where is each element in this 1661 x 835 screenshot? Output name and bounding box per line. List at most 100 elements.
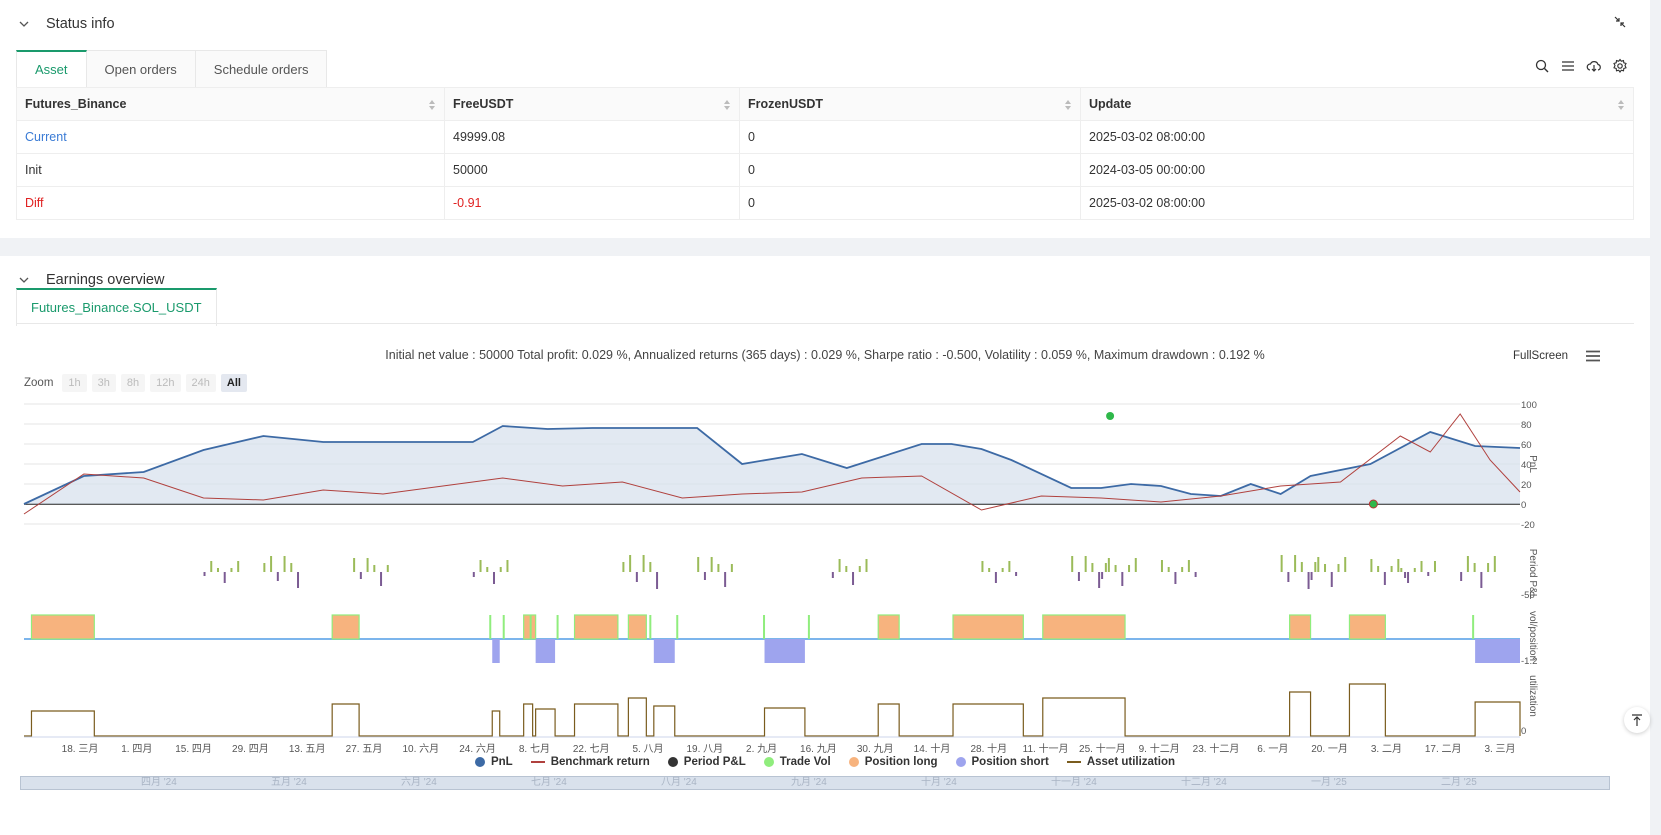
sort-icon[interactable]: [1064, 99, 1072, 111]
period-pnl-bar: [1187, 560, 1190, 572]
x-tick-label: 8. 七月: [519, 743, 550, 755]
navigator-label: 七月 '24: [531, 777, 567, 788]
period-pnl-bar: [230, 568, 233, 572]
zoom-controls: Zoom 1h 3h 8h 12h 24h All: [24, 374, 247, 392]
table-row: Init 50000 0 2024-03-05 00:00:00: [16, 153, 1634, 187]
period-pnl-bar: [831, 572, 834, 578]
period-pnl-bar: [1314, 562, 1317, 572]
legend-trade-vol[interactable]: Trade Vol: [763, 756, 831, 768]
trade-vol-bar: [807, 615, 810, 639]
period-pnl-bar: [203, 572, 206, 576]
collapse-arrows-icon[interactable]: [1614, 16, 1626, 28]
period-pnl-bar: [1433, 561, 1436, 572]
earnings-header[interactable]: Earnings overview: [16, 270, 164, 290]
period-pnl-bar: [386, 565, 389, 572]
period-pnl-bar: [1071, 556, 1074, 572]
earnings-chart[interactable]: 100806040200-20PnLPeriod P&Lvol/position…: [0, 396, 1650, 756]
navigator-label: 二月 '25: [1441, 777, 1477, 788]
period-pnl-bar: [359, 572, 362, 579]
legend-dot: [848, 757, 859, 767]
x-tick-label: 29. 四月: [232, 743, 269, 755]
x-tick-label: 3. 二月: [1371, 743, 1402, 755]
legend-line: [530, 761, 545, 763]
tab-futures-binance-sol-usdt[interactable]: Futures_Binance.SOL_USDT: [16, 288, 217, 326]
sort-icon[interactable]: [723, 99, 731, 111]
panel-title: Status info: [46, 16, 115, 32]
legend-pnl[interactable]: PnL: [474, 756, 513, 768]
fullscreen-button[interactable]: FullScreen: [1513, 350, 1568, 362]
pane-title: vol/position: [1527, 611, 1538, 661]
period-pnl-bar: [1324, 564, 1327, 572]
chart-legend: PnL Benchmark return Period P&L Trade Vo…: [0, 756, 1650, 768]
chart-navigator[interactable]: 四月 '24 五月 '24 六月 '24 七月 '24 八月 '24 九月 '24 十月 '…: [20, 776, 1610, 790]
y-tick-label: 60: [1521, 440, 1532, 451]
x-tick-label: 23. 十二月: [1193, 742, 1240, 755]
sort-icon[interactable]: [1617, 99, 1625, 111]
period-pnl-bar: [353, 558, 356, 572]
legend-benchmark-return[interactable]: Benchmark return: [530, 756, 650, 768]
status-info-panel: Status info Asset Open orders Schedule o…: [0, 0, 1650, 238]
zoom-all-button[interactable]: All: [220, 374, 247, 392]
chevron-down-icon[interactable]: [16, 272, 32, 288]
position-long-block: [573, 614, 619, 640]
position-long-block: [1348, 614, 1386, 640]
period-pnl-bar: [1317, 557, 1320, 572]
min-marker: [1368, 499, 1378, 509]
legend-position-short[interactable]: Position short: [955, 756, 1049, 768]
position-long-block: [952, 614, 1024, 640]
zoom-1h-button[interactable]: 1h: [62, 374, 87, 392]
x-tick-label: 20. 一月: [1311, 743, 1348, 755]
x-tick-label: 11. 十一月: [1023, 742, 1069, 755]
period-pnl-bar: [1310, 572, 1313, 580]
row-label-current[interactable]: Current: [16, 120, 445, 154]
legend-dot: [763, 757, 774, 767]
search-icon[interactable]: [1534, 58, 1550, 74]
period-pnl-bar: [1480, 572, 1483, 588]
x-tick-label: 16. 九月: [800, 743, 837, 755]
period-pnl-bar: [1008, 561, 1011, 572]
period-pnl-bar: [717, 564, 720, 572]
tab-open-orders[interactable]: Open orders: [86, 50, 196, 88]
panel-title: Earnings overview: [46, 272, 165, 288]
chevron-down-icon[interactable]: [16, 16, 32, 32]
row-label-diff: Diff: [16, 186, 445, 220]
zoom-12h-button[interactable]: 12h: [150, 374, 181, 392]
x-tick-label: 15. 四月: [175, 743, 212, 755]
period-pnl-bar: [1466, 556, 1469, 572]
cloud-download-icon[interactable]: [1586, 58, 1602, 74]
period-pnl-bar: [472, 572, 475, 577]
zoom-8h-button[interactable]: 8h: [120, 374, 146, 392]
period-pnl-bar: [635, 572, 638, 582]
cell-update: 2025-03-02 08:00:00: [1080, 120, 1634, 154]
utilization-line: [24, 683, 1521, 737]
column-header-freeusdt[interactable]: FreeUSDT: [444, 87, 740, 121]
column-header-update[interactable]: Update: [1080, 87, 1634, 121]
period-pnl-bar: [486, 567, 489, 572]
back-to-top-button[interactable]: [1624, 707, 1650, 733]
sort-icon[interactable]: [428, 99, 436, 111]
tab-schedule-orders[interactable]: Schedule orders: [195, 50, 328, 88]
zoom-3h-button[interactable]: 3h: [91, 374, 116, 392]
navigator-label: 四月 '24: [141, 777, 177, 788]
list-icon[interactable]: [1560, 58, 1576, 74]
period-pnl-bar: [499, 567, 502, 572]
tab-asset[interactable]: Asset: [16, 50, 87, 88]
legend-position-long[interactable]: Position long: [848, 756, 938, 768]
x-tick-label: 18. 三月: [62, 743, 99, 755]
period-pnl-bar: [283, 556, 286, 572]
period-pnl-bar: [1493, 556, 1496, 572]
gear-icon[interactable]: [1612, 58, 1628, 74]
legend-asset-utilization[interactable]: Asset utilization: [1066, 756, 1175, 768]
column-header-frozenusdt[interactable]: FrozenUSDT: [739, 87, 1081, 121]
column-header-futures-binance[interactable]: Futures_Binance: [16, 87, 445, 121]
x-tick-label: 30. 九月: [857, 743, 894, 755]
pane-title: PnL: [1527, 455, 1538, 473]
legend-period-pnl[interactable]: Period P&L: [667, 756, 746, 768]
zoom-24h-button[interactable]: 24h: [185, 374, 216, 392]
x-tick-label: 17. 二月: [1425, 743, 1462, 755]
chart-menu-icon[interactable]: [1586, 350, 1600, 362]
period-pnl-bar: [1104, 563, 1107, 572]
status-info-header[interactable]: Status info: [16, 14, 115, 34]
divider: [16, 323, 1634, 324]
period-pnl-bar: [1390, 566, 1393, 572]
